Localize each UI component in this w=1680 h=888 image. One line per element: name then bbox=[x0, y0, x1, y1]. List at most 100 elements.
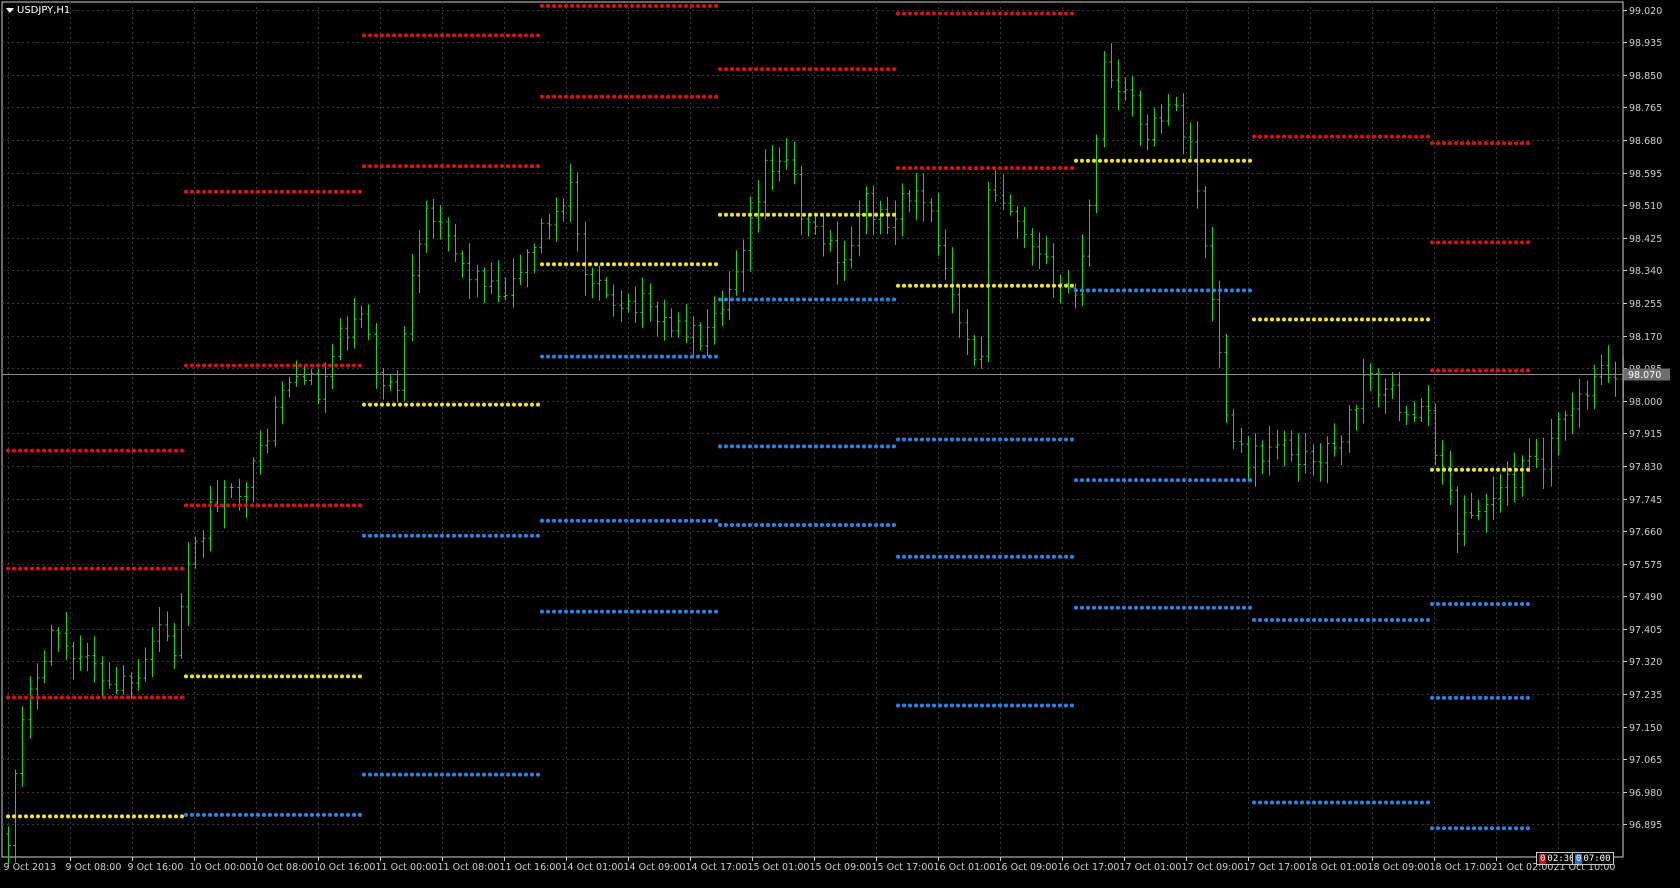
resistance-level-dot bbox=[380, 33, 384, 38]
resistance-level-dot bbox=[714, 94, 718, 99]
support-level-dot bbox=[630, 609, 634, 614]
support-level-dot bbox=[606, 609, 610, 614]
resistance-level-dot bbox=[932, 11, 936, 16]
resistance-level-dot bbox=[654, 94, 658, 99]
support-level-dot bbox=[244, 812, 248, 817]
resistance-level-dot bbox=[6, 566, 10, 571]
pivot-level-dot bbox=[1040, 283, 1044, 288]
resistance-level-dot bbox=[452, 33, 456, 38]
support-level-dot bbox=[1164, 288, 1168, 293]
resistance-level-dot bbox=[60, 566, 64, 571]
support-level-dot bbox=[250, 812, 254, 817]
resistance-level-dot bbox=[244, 189, 248, 194]
pivot-level-dot bbox=[1182, 158, 1186, 163]
pivot-level-dot bbox=[440, 402, 444, 407]
support-level-dot bbox=[1264, 618, 1268, 623]
support-level-dot bbox=[1092, 288, 1096, 293]
pivot-level-dot bbox=[956, 283, 960, 288]
pivot-level-dot bbox=[1502, 467, 1506, 472]
support-level-dot bbox=[1508, 826, 1512, 831]
resistance-level bbox=[1430, 240, 1530, 245]
support-level-dot bbox=[612, 518, 616, 523]
chart-menu-triangle-icon[interactable] bbox=[6, 7, 14, 13]
y-tick-label: 98.510 bbox=[1629, 201, 1662, 212]
pivot-level-dot bbox=[1306, 317, 1310, 322]
resistance-level-dot bbox=[1472, 240, 1476, 245]
support-level-dot bbox=[1170, 605, 1174, 610]
resistance-level-dot bbox=[1064, 11, 1068, 16]
support-level-dot bbox=[980, 703, 984, 708]
support-level-dot bbox=[968, 554, 972, 559]
pivot-level-dot bbox=[72, 814, 76, 819]
support-level-dot bbox=[920, 437, 924, 442]
resistance-level-dot bbox=[434, 164, 438, 169]
resistance-level-dot bbox=[168, 448, 172, 453]
support-level-dot bbox=[1176, 288, 1180, 293]
y-tick-label: 97.065 bbox=[1629, 755, 1662, 766]
resistance-level-dot bbox=[108, 695, 112, 700]
resistance-level-dot bbox=[564, 3, 568, 8]
resistance-level-dot bbox=[150, 695, 154, 700]
support-level-dot bbox=[1086, 288, 1090, 293]
support-level-dot bbox=[742, 444, 746, 449]
resistance-level-dot bbox=[262, 503, 266, 508]
resistance-level-dot bbox=[184, 363, 188, 368]
y-tick-label: 98.850 bbox=[1629, 71, 1662, 82]
resistance-level-dot bbox=[446, 164, 450, 169]
plot-area[interactable] bbox=[1, 1, 1624, 858]
support-level-dot bbox=[536, 533, 540, 538]
resistance-level-dot bbox=[920, 166, 924, 171]
support-level-dot bbox=[748, 297, 752, 302]
pivot-level-dot bbox=[696, 262, 700, 267]
support-level-dot bbox=[826, 297, 830, 302]
resistance-level-dot bbox=[754, 67, 758, 72]
support-level-dot bbox=[1508, 695, 1512, 700]
x-tick-label: 11 Oct 00:00 bbox=[376, 862, 438, 873]
support-level-dot bbox=[814, 522, 818, 527]
support-level-dot bbox=[238, 812, 242, 817]
support-level-dot bbox=[1526, 601, 1530, 606]
support-level-dot bbox=[530, 533, 534, 538]
resistance-level-dot bbox=[702, 3, 706, 8]
support-level-dot bbox=[612, 354, 616, 359]
resistance-level-dot bbox=[790, 67, 794, 72]
support-level-dot bbox=[618, 609, 622, 614]
pivot-level-dot bbox=[352, 674, 356, 679]
pivot-level-dot bbox=[1496, 467, 1500, 472]
support-level-dot bbox=[1252, 800, 1256, 805]
support-level-dot bbox=[440, 772, 444, 777]
pivot-level-dot bbox=[1052, 283, 1056, 288]
current-price-label: 98.070 bbox=[1628, 370, 1661, 381]
resistance-level-dot bbox=[346, 189, 350, 194]
price-chart[interactable]: 99.020 98.935 98.850 98.765 98.680 98.595 98.5… bbox=[0, 0, 1680, 888]
resistance-level-dot bbox=[748, 67, 752, 72]
pivot-level-dot bbox=[250, 674, 254, 679]
resistance-level-dot bbox=[404, 164, 408, 169]
resistance-level-dot bbox=[570, 3, 574, 8]
resistance-level-dot bbox=[428, 164, 432, 169]
support-level-dot bbox=[974, 554, 978, 559]
support-level-dot bbox=[1408, 800, 1412, 805]
support-level-dot bbox=[346, 812, 350, 817]
support-level-dot bbox=[576, 354, 580, 359]
support-level-dot bbox=[1074, 605, 1078, 610]
support-level-dot bbox=[902, 437, 906, 442]
pivot-level-dot bbox=[702, 262, 706, 267]
support-level-dot bbox=[1028, 554, 1032, 559]
resistance-level-dot bbox=[624, 3, 628, 8]
support-level-dot bbox=[1354, 618, 1358, 623]
support-level-dot bbox=[1034, 554, 1038, 559]
x-tick-label: 18 Oct 17:00 bbox=[1430, 862, 1492, 873]
resistance-level-dot bbox=[1508, 141, 1512, 146]
pivot-level-dot bbox=[654, 262, 658, 267]
support-level-dot bbox=[1430, 826, 1434, 831]
pivot-level-dot bbox=[310, 674, 314, 679]
support-level-dot bbox=[772, 444, 776, 449]
chart-window[interactable]: 99.020 98.935 98.850 98.765 98.680 98.595 98.5… bbox=[0, 0, 1680, 888]
resistance-level-dot bbox=[1318, 134, 1322, 139]
pivot-level-dot bbox=[1058, 283, 1062, 288]
y-tick-label: 96.980 bbox=[1629, 788, 1662, 799]
support-level-dot bbox=[702, 609, 706, 614]
support-level-dot bbox=[214, 812, 218, 817]
resistance-level-dot bbox=[274, 363, 278, 368]
